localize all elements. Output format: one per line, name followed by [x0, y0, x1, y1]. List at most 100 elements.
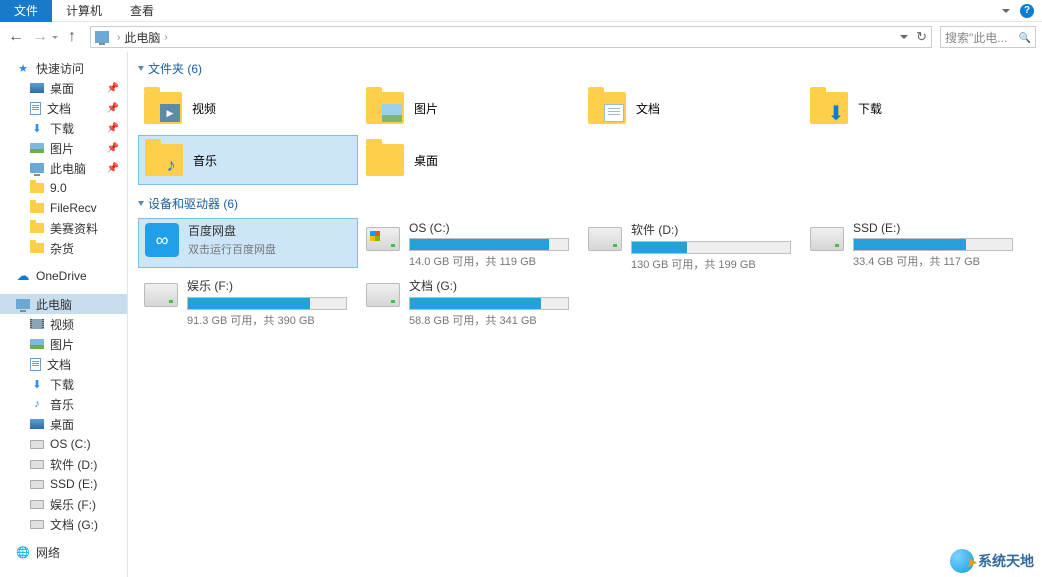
group-header-folders[interactable]: 文件夹 (6) [138, 60, 1032, 77]
folder-item[interactable]: 桌面 [360, 135, 580, 185]
watermark-text: 系统天地 [978, 551, 1034, 571]
sidebar-pinned-item[interactable]: 图片📌 [0, 138, 127, 158]
sidebar-pc-item[interactable]: 图片 [0, 334, 127, 354]
menu-computer[interactable]: 计算机 [52, 0, 116, 22]
drive-item[interactable]: 软件 (D:)130 GB 可用，共 199 GB [582, 218, 802, 268]
sidebar-pc-item[interactable]: OS (C:) [0, 434, 127, 454]
drive-name: 软件 (D:) [631, 221, 797, 238]
folder-item[interactable]: 下载 [804, 83, 1024, 133]
sidebar-pc-item[interactable]: 文档 [0, 354, 127, 374]
capacity-bar [853, 238, 1013, 251]
folder-item[interactable]: 文档 [582, 83, 802, 133]
search-input[interactable]: 搜索"此电... [940, 26, 1036, 48]
drive-item[interactable]: 百度网盘双击运行百度网盘 [138, 218, 358, 268]
search-icon[interactable] [1019, 30, 1031, 44]
drive-name: SSD (E:) [853, 221, 1019, 235]
sidebar-recent-item[interactable]: FileRecv [0, 198, 127, 218]
menubar: 文件 计算机 查看 ? [0, 0, 1042, 22]
breadcrumb-sep-icon[interactable]: › [164, 32, 167, 43]
sidebar-pinned-item[interactable]: 下载📌 [0, 118, 127, 138]
sidebar-label: 图片 [50, 140, 74, 157]
sidebar: 快速访问 桌面📌文档📌下载📌图片📌此电脑📌 9.0FileRecv美赛资料杂货 … [0, 52, 128, 577]
sidebar-label: 文档 [47, 100, 71, 117]
drive-item[interactable]: OS (C:)14.0 GB 可用，共 119 GB [360, 218, 580, 268]
menu-view[interactable]: 查看 [116, 0, 168, 22]
doc-icon [30, 358, 41, 371]
sidebar-label: OS (C:) [50, 437, 91, 451]
nav-back-icon[interactable] [6, 27, 26, 47]
desktop-icon [30, 419, 44, 429]
folder-item[interactable]: 图片 [360, 83, 580, 133]
folder-icon [30, 203, 44, 213]
folder-item[interactable]: 视频 [138, 83, 358, 133]
sidebar-recent-item[interactable]: 9.0 [0, 178, 127, 198]
sidebar-label: FileRecv [50, 201, 97, 215]
sidebar-quick-access[interactable]: 快速访问 [0, 58, 127, 78]
sidebar-label: OneDrive [36, 269, 87, 283]
nav-up-icon[interactable] [62, 27, 82, 47]
breadcrumb-sep-icon[interactable]: › [117, 32, 120, 43]
sidebar-pc-item[interactable]: 视频 [0, 314, 127, 334]
address-bar[interactable]: › 此电脑 › [90, 26, 932, 48]
menu-file[interactable]: 文件 [0, 0, 52, 22]
folder-icon [810, 92, 848, 124]
group-header-devices[interactable]: 设备和驱动器 (6) [138, 195, 1032, 212]
capacity-bar [631, 241, 791, 254]
drive-item[interactable]: 文档 (G:)58.8 GB 可用，共 341 GB [360, 274, 580, 324]
refresh-icon[interactable] [916, 29, 927, 45]
drive-name: 百度网盘 [188, 222, 352, 239]
help-icon[interactable]: ? [1020, 4, 1034, 18]
sidebar-pinned-item[interactable]: 桌面📌 [0, 78, 127, 98]
sidebar-pc-item[interactable]: 下载 [0, 374, 127, 394]
ribbon-expand-icon[interactable] [1002, 9, 1010, 13]
sidebar-label: 图片 [50, 336, 74, 353]
sidebar-recent-item[interactable]: 美赛资料 [0, 218, 127, 238]
sidebar-label: 下载 [50, 376, 74, 393]
folder-icon [30, 243, 44, 253]
sidebar-pinned-item[interactable]: 此电脑📌 [0, 158, 127, 178]
sidebar-pc-item[interactable]: 软件 (D:) [0, 454, 127, 474]
collapse-icon [138, 201, 144, 206]
pc-icon [16, 299, 30, 309]
desktop-icon [30, 83, 44, 93]
sidebar-pc-item[interactable]: SSD (E:) [0, 474, 127, 494]
drive-name: 娱乐 (F:) [187, 277, 353, 294]
folder-label: 图片 [414, 100, 438, 117]
sidebar-label: 音乐 [50, 396, 74, 413]
hdd-icon [588, 227, 622, 251]
drive-subtitle: 58.8 GB 可用，共 341 GB [409, 312, 575, 328]
hdd-icon [144, 283, 178, 307]
folder-label: 桌面 [414, 152, 438, 169]
drive-subtitle: 33.4 GB 可用，共 117 GB [853, 253, 1019, 269]
sidebar-recent-item[interactable]: 杂货 [0, 238, 127, 258]
pic-icon [30, 143, 44, 153]
music-icon [30, 397, 44, 411]
sidebar-label: 快速访问 [36, 60, 84, 77]
sidebar-this-pc[interactable]: 此电脑 [0, 294, 127, 314]
sidebar-pc-item[interactable]: 娱乐 (F:) [0, 494, 127, 514]
content-pane: 文件夹 (6) 视频 图片 文档 下载音乐 桌面 设备和驱动器 (6) 百度网盘双击运行… [128, 52, 1042, 577]
drive-item[interactable]: SSD (E:) 33.4 GB 可用，共 117 GB [804, 218, 1024, 268]
onedrive-icon [16, 269, 30, 283]
folder-icon [30, 183, 44, 193]
sidebar-pinned-item[interactable]: 文档📌 [0, 98, 127, 118]
sidebar-label: 软件 (D:) [50, 456, 97, 473]
sidebar-network[interactable]: 网络 [0, 542, 127, 562]
collapse-icon [138, 66, 144, 71]
sidebar-pc-item[interactable]: 音乐 [0, 394, 127, 414]
sidebar-onedrive[interactable]: OneDrive [0, 266, 127, 286]
sidebar-label: 网络 [36, 544, 60, 561]
folder-item[interactable]: 音乐 [138, 135, 358, 185]
sidebar-label: 桌面 [50, 416, 74, 433]
sidebar-pc-item[interactable]: 桌面 [0, 414, 127, 434]
network-icon [16, 545, 30, 559]
address-dropdown-icon[interactable] [900, 35, 908, 39]
drive-item[interactable]: 娱乐 (F:)91.3 GB 可用，共 390 GB [138, 274, 358, 324]
pic-overlay-icon [382, 104, 402, 122]
nav-history-dropdown-icon[interactable] [52, 36, 58, 39]
hdd-icon [366, 227, 400, 251]
folder-label: 下载 [858, 100, 882, 117]
nav-forward-icon [30, 27, 50, 47]
sidebar-pc-item[interactable]: 文档 (G:) [0, 514, 127, 534]
breadcrumb-root[interactable]: 此电脑 [124, 29, 160, 46]
